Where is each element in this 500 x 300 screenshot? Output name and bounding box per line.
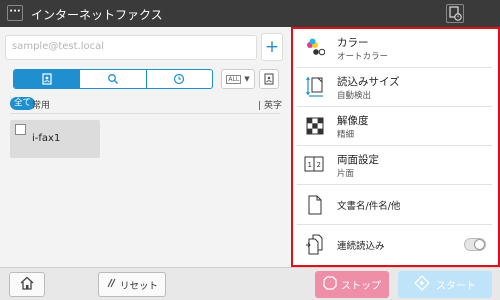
reset-label: リセット <box>119 280 158 292</box>
page-title: インターネットファクス <box>31 8 163 22</box>
destination-label: i-fax1 <box>32 133 61 144</box>
svg-text:2: 2 <box>317 161 321 169</box>
toggle-knob <box>474 239 485 250</box>
setting-scan-size[interactable]: 読込みサイズ 自動検出 <box>297 68 492 107</box>
view-mode-tabs <box>13 69 213 89</box>
reset-icon <box>106 278 116 291</box>
scan-settings-panel: カラー オートカラー 読込みサイズ 自動検出 解像度 精細 1 2 両面設定 片… <box>291 27 500 267</box>
stop-label: ストップ <box>341 281 381 292</box>
tab-address-book[interactable] <box>14 70 80 88</box>
continuous-scan-icon <box>303 232 327 256</box>
title-bar: ··· インターネットファクス <box>0 0 500 27</box>
continuous-scan-toggle[interactable] <box>464 238 486 251</box>
job-status-icon[interactable] <box>446 4 464 23</box>
setting-color[interactable]: カラー オートカラー <box>297 29 492 68</box>
stop-button[interactable]: ストップ <box>315 271 389 298</box>
home-button[interactable] <box>9 272 45 297</box>
setting-value: オートカラー <box>337 52 389 62</box>
filter-frequent[interactable]: 常用 <box>32 98 50 111</box>
scan-size-icon <box>303 75 327 99</box>
divider <box>10 113 280 114</box>
setting-value: 精細 <box>337 130 355 140</box>
setting-document-name[interactable]: 文書名/件名/他 <box>297 185 492 225</box>
tab-history[interactable] <box>145 70 212 88</box>
setting-title: 両面設定 <box>337 154 379 166</box>
address-book-icon <box>41 70 53 88</box>
setting-resolution[interactable]: 解像度 精細 <box>297 107 492 146</box>
resolution-icon <box>303 114 327 138</box>
color-icon <box>303 36 327 60</box>
destination-panel: sample@test.local + ALL ▼ 全て 常用 | 英字 i-f… <box>0 27 290 267</box>
stop-icon <box>323 276 337 293</box>
all-tag: ALL <box>226 74 242 84</box>
home-icon <box>19 275 35 294</box>
index-dropdown[interactable]: ALL ▼ <box>221 69 255 89</box>
setting-title: 連続読込み <box>337 241 385 252</box>
tab-search[interactable] <box>79 70 145 88</box>
address-book-icon <box>263 70 275 89</box>
chevron-down-icon: ▼ <box>244 75 250 83</box>
setting-title: 文書名/件名/他 <box>337 201 401 212</box>
filter-alpha[interactable]: | 英字 <box>258 98 282 111</box>
destination-tile[interactable]: i-fax1 <box>10 120 100 158</box>
index-filter: 全て 常用 | 英字 <box>10 97 282 111</box>
setting-continuous-scan[interactable]: 連続読込み <box>297 225 492 263</box>
setting-title: 解像度 <box>337 115 369 127</box>
start-icon <box>414 275 430 294</box>
duplex-icon: 1 2 <box>303 153 327 177</box>
svg-text:1: 1 <box>308 161 312 169</box>
footer-bar: リセット ストップ スタート <box>0 267 500 300</box>
menu-button[interactable]: ··· <box>7 5 23 21</box>
address-book-button[interactable] <box>259 69 279 89</box>
start-label: スタート <box>436 281 476 292</box>
setting-value: 自動検出 <box>337 91 372 101</box>
setting-value: 片面 <box>337 169 355 179</box>
setting-title: カラー <box>337 37 369 49</box>
clock-icon <box>173 70 185 88</box>
setting-title: 読込みサイズ <box>337 76 400 88</box>
address-input[interactable]: sample@test.local <box>5 35 257 60</box>
search-icon <box>107 70 119 88</box>
reset-button[interactable]: リセット <box>98 272 166 297</box>
destination-checkbox[interactable] <box>15 124 26 135</box>
filter-alpha-label: 英字 <box>263 101 282 111</box>
document-icon <box>303 193 327 217</box>
start-button[interactable]: スタート <box>398 271 492 298</box>
add-address-button[interactable]: + <box>261 33 283 61</box>
setting-duplex[interactable]: 1 2 両面設定 片面 <box>297 146 492 185</box>
